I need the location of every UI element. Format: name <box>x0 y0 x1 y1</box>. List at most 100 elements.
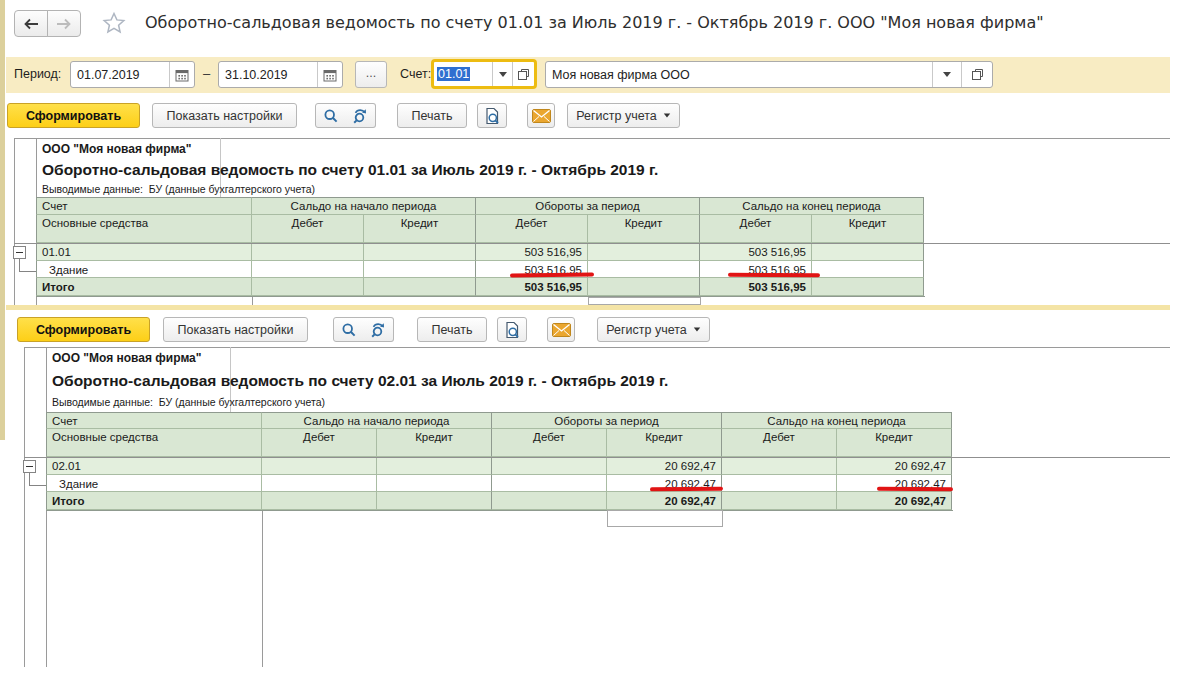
table-cell[interactable] <box>812 278 924 296</box>
print-button[interactable]: Печать <box>397 103 467 128</box>
table-cell[interactable] <box>364 243 476 261</box>
table-row-label[interactable]: Итого <box>46 492 262 510</box>
calendar-icon[interactable] <box>317 62 342 87</box>
table-cell[interactable] <box>364 261 476 278</box>
table-cell[interactable] <box>252 243 364 261</box>
collapse-expander[interactable] <box>23 460 36 473</box>
table-cell[interactable] <box>722 492 837 510</box>
envelope-button[interactable] <box>527 103 555 128</box>
search-next-button[interactable] <box>363 317 394 342</box>
table-cell[interactable] <box>252 261 364 278</box>
period-more-button[interactable]: ... <box>355 61 387 88</box>
table-cell[interactable] <box>377 492 492 510</box>
register-menu-button[interactable]: Регистр учета <box>567 103 680 128</box>
table-cell[interactable] <box>377 475 492 492</box>
table-cell[interactable]: 503 516,95 <box>700 278 812 296</box>
generate-button[interactable]: Сформировать <box>17 317 150 342</box>
register-menu-button[interactable]: Регистр учета <box>597 317 710 342</box>
table-cell[interactable] <box>262 457 377 475</box>
table-cell[interactable]: 503 516,95 <box>476 278 588 296</box>
register-label: Регистр учета <box>606 323 687 337</box>
table-cell[interactable] <box>262 475 377 492</box>
generate-button[interactable]: Сформировать <box>7 103 140 128</box>
show-settings-button[interactable]: Показать настройки <box>152 103 297 128</box>
table-cell[interactable] <box>588 243 700 261</box>
table-header-cell[interactable]: Дебет <box>262 429 377 457</box>
table-cell[interactable]: 20 692,47 <box>607 492 722 510</box>
table-cell[interactable] <box>377 457 492 475</box>
chevron-down-icon[interactable] <box>492 62 512 86</box>
table-header-cell[interactable]: Счет <box>36 197 252 215</box>
table-cell[interactable] <box>722 475 837 492</box>
table-row-label[interactable]: 01.01 <box>36 243 252 261</box>
table-header-cell[interactable]: Обороты за период <box>492 412 722 429</box>
date-from-field[interactable]: 01.07.2019 <box>70 61 195 88</box>
table-header-cell[interactable]: Кредит <box>377 429 492 457</box>
table-cell[interactable] <box>492 475 607 492</box>
table-cell[interactable] <box>492 457 607 475</box>
table-cell[interactable] <box>252 278 364 296</box>
nav-forward-button[interactable] <box>47 10 81 37</box>
organization-field[interactable]: Моя новая фирма ООО <box>545 61 993 88</box>
print-preview-button[interactable] <box>477 103 507 128</box>
selected-cell-cursor[interactable] <box>588 297 701 305</box>
table-header-cell[interactable]: Кредит <box>607 429 722 457</box>
table-row-label[interactable]: Итого <box>36 278 252 296</box>
search-button[interactable] <box>315 103 346 128</box>
table-cell[interactable] <box>492 492 607 510</box>
table-header-cell[interactable]: Сальдо на начало периода <box>262 412 492 429</box>
open-form-icon[interactable] <box>512 62 534 86</box>
calendar-icon[interactable] <box>169 62 194 87</box>
chevron-down-icon[interactable] <box>932 62 961 87</box>
table-cell[interactable]: 20 692,47 <box>837 492 952 510</box>
date-from-value: 01.07.2019 <box>71 68 169 82</box>
print-button[interactable]: Печать <box>417 317 487 342</box>
table-header-cell[interactable]: Дебет <box>492 429 607 457</box>
table-header-cell[interactable]: Основные средства <box>46 429 262 457</box>
table-cell[interactable] <box>262 492 377 510</box>
table-header-cell[interactable]: Дебет <box>722 429 837 457</box>
table-header-cell[interactable]: Дебет <box>476 215 588 243</box>
print-preview-button[interactable] <box>497 317 527 342</box>
selected-cell-cursor[interactable] <box>607 510 723 527</box>
table-header-cell[interactable]: Кредит <box>837 429 952 457</box>
table-header-cell[interactable]: Кредит <box>588 215 700 243</box>
table-cell[interactable] <box>812 243 924 261</box>
collapse-expander[interactable] <box>13 246 26 259</box>
open-form-icon[interactable] <box>961 62 992 87</box>
table-header-cell[interactable]: Счет <box>46 412 262 429</box>
table-cell[interactable] <box>588 278 700 296</box>
table-cell[interactable] <box>722 457 837 475</box>
account-field[interactable]: 01.01 <box>431 59 537 89</box>
table-row-label[interactable]: Здание <box>36 261 252 278</box>
table-cell[interactable] <box>812 261 924 278</box>
table-header-cell[interactable]: Сальдо на конец периода <box>722 412 952 429</box>
table-header-cell[interactable]: Дебет <box>700 215 812 243</box>
table-cell[interactable]: 503 516,95 <box>476 243 588 261</box>
table-cell[interactable]: 20 692,47 <box>607 457 722 475</box>
table-header-cell[interactable]: Кредит <box>812 215 924 243</box>
table-header-cell[interactable]: Сальдо на начало периода <box>252 197 476 215</box>
show-settings-button[interactable]: Показать настройки <box>163 317 308 342</box>
table-header-cell[interactable]: Кредит <box>364 215 476 243</box>
star-icon[interactable] <box>101 10 127 36</box>
table-cell[interactable] <box>588 261 700 278</box>
table-cell[interactable]: 20 692,47 <box>837 457 952 475</box>
table-header-cell[interactable]: Основные средства <box>36 215 252 243</box>
arrow-right-icon <box>56 18 72 30</box>
envelope-button[interactable] <box>547 317 575 342</box>
tree-line <box>29 485 46 486</box>
table-header-cell[interactable]: Дебет <box>252 215 364 243</box>
search-next-button[interactable] <box>345 103 376 128</box>
table-row-label[interactable]: Здание <box>46 475 262 492</box>
table-header-cell[interactable]: Сальдо на конец периода <box>700 197 924 215</box>
table-row-label[interactable]: 02.01 <box>46 457 262 475</box>
table-header-cell[interactable]: Обороты за период <box>476 197 700 215</box>
table-cell[interactable] <box>364 278 476 296</box>
search-button[interactable] <box>333 317 364 342</box>
header-freeze-line <box>14 243 1170 244</box>
nav-back-button[interactable] <box>14 10 48 37</box>
date-to-field[interactable]: 31.10.2019 <box>218 61 343 88</box>
account-label: Счет: <box>400 67 431 81</box>
table-cell[interactable]: 503 516,95 <box>700 243 812 261</box>
